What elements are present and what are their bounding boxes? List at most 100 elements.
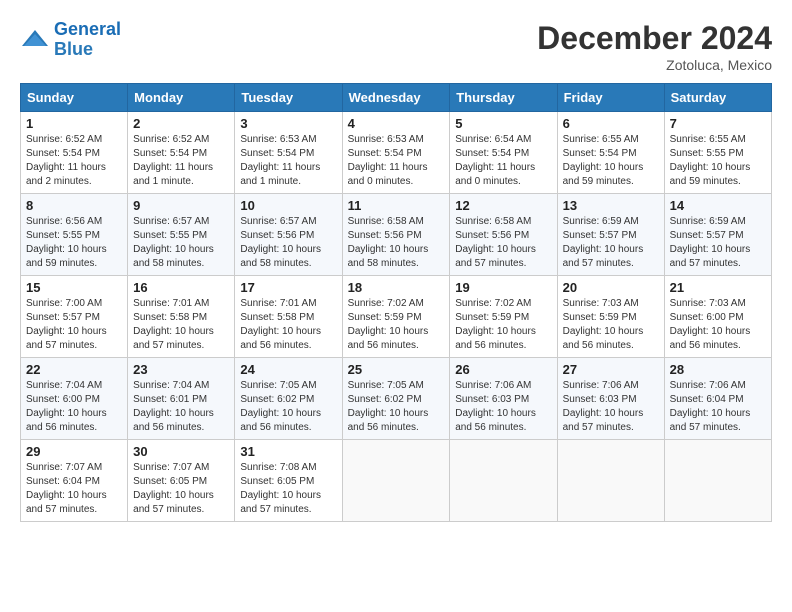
calendar-cell: 18 Sunrise: 7:02 AMSunset: 5:59 PMDayligh… [342,276,450,358]
day-info: Sunrise: 6:59 AMSunset: 5:57 PMDaylight:… [670,216,751,269]
calendar-week-1: 1 Sunrise: 6:52 AMSunset: 5:54 PMDaylight… [21,112,772,194]
day-info: Sunrise: 6:59 AMSunset: 5:57 PMDaylight:… [563,216,644,269]
day-number: 21 [670,280,766,295]
calendar-week-4: 22 Sunrise: 7:04 AMSunset: 6:00 PMDayligh… [21,358,772,440]
day-info: Sunrise: 7:04 AMSunset: 6:01 PMDaylight:… [133,380,214,433]
day-number: 25 [348,362,445,377]
calendar-cell: 20 Sunrise: 7:03 AMSunset: 5:59 PMDayligh… [557,276,664,358]
col-friday: Friday [557,84,664,112]
logo-icon [20,28,50,52]
calendar-cell: 7Sunrise: 6:55 AMSunset: 5:55 PMDaylight… [664,112,771,194]
calendar-cell: 1 Sunrise: 6:52 AMSunset: 5:54 PMDaylight… [21,112,128,194]
calendar-cell: 30 Sunrise: 7:07 AMSunset: 6:05 PMDayligh… [128,440,235,522]
calendar-cell: 29Sunrise: 7:07 AMSunset: 6:04 PMDayligh… [21,440,128,522]
day-info: Sunrise: 6:56 AMSunset: 5:55 PMDaylight:… [26,216,107,269]
calendar-cell: 5Sunrise: 6:54 AMSunset: 5:54 PMDaylight… [450,112,557,194]
calendar-cell: 11 Sunrise: 6:58 AMSunset: 5:56 PMDayligh… [342,194,450,276]
day-number: 1 [26,116,122,131]
day-info: Sunrise: 7:06 AMSunset: 6:04 PMDaylight:… [670,380,751,433]
day-info: Sunrise: 6:58 AMSunset: 5:56 PMDaylight:… [455,216,536,269]
day-number: 2 [133,116,229,131]
day-info: Sunrise: 7:06 AMSunset: 6:03 PMDaylight:… [563,380,644,433]
day-info: Sunrise: 7:07 AMSunset: 6:05 PMDaylight:… [133,462,214,515]
calendar-cell: 28 Sunrise: 7:06 AMSunset: 6:04 PMDayligh… [664,358,771,440]
calendar-cell: 13 Sunrise: 6:59 AMSunset: 5:57 PMDayligh… [557,194,664,276]
day-info: Sunrise: 6:53 AMSunset: 5:54 PMDaylight:… [240,134,320,187]
calendar-cell: 16 Sunrise: 7:01 AMSunset: 5:58 PMDayligh… [128,276,235,358]
month-title: December 2024 [537,20,772,57]
day-number: 23 [133,362,229,377]
day-info: Sunrise: 7:02 AMSunset: 5:59 PMDaylight:… [348,298,429,351]
day-info: Sunrise: 6:55 AMSunset: 5:55 PMDaylight:… [670,134,751,187]
day-info: Sunrise: 7:01 AMSunset: 5:58 PMDaylight:… [133,298,214,351]
calendar-cell: 25Sunrise: 7:05 AMSunset: 6:02 PMDayligh… [342,358,450,440]
calendar-cell: 26 Sunrise: 7:06 AMSunset: 6:03 PMDayligh… [450,358,557,440]
calendar-week-2: 8 Sunrise: 6:56 AMSunset: 5:55 PMDaylight… [21,194,772,276]
calendar-cell: 31 Sunrise: 7:08 AMSunset: 6:05 PMDayligh… [235,440,342,522]
day-info: Sunrise: 6:53 AMSunset: 5:54 PMDaylight:… [348,134,428,187]
day-number: 24 [240,362,336,377]
calendar-cell: 3Sunrise: 6:53 AMSunset: 5:54 PMDaylight… [235,112,342,194]
day-number: 28 [670,362,766,377]
calendar-cell [557,440,664,522]
day-number: 30 [133,444,229,459]
day-number: 8 [26,198,122,213]
day-number: 9 [133,198,229,213]
logo-line2: Blue [54,39,93,59]
day-number: 11 [348,198,445,213]
calendar-cell: 17Sunrise: 7:01 AMSunset: 5:58 PMDayligh… [235,276,342,358]
calendar-cell: 23 Sunrise: 7:04 AMSunset: 6:01 PMDayligh… [128,358,235,440]
logo-text: General Blue [54,20,121,60]
calendar-cell [450,440,557,522]
day-number: 16 [133,280,229,295]
day-number: 20 [563,280,659,295]
calendar-cell: 22 Sunrise: 7:04 AMSunset: 6:00 PMDayligh… [21,358,128,440]
day-number: 31 [240,444,336,459]
day-info: Sunrise: 6:52 AMSunset: 5:54 PMDaylight:… [133,134,213,187]
day-number: 29 [26,444,122,459]
logo-line1: General [54,19,121,39]
col-monday: Monday [128,84,235,112]
title-section: December 2024 Zotoluca, Mexico [537,20,772,73]
day-number: 17 [240,280,336,295]
day-info: Sunrise: 7:05 AMSunset: 6:02 PMDaylight:… [240,380,321,433]
day-number: 4 [348,116,445,131]
calendar-cell [342,440,450,522]
day-info: Sunrise: 7:06 AMSunset: 6:03 PMDaylight:… [455,380,536,433]
col-sunday: Sunday [21,84,128,112]
day-number: 12 [455,198,551,213]
calendar-cell: 14Sunrise: 6:59 AMSunset: 5:57 PMDayligh… [664,194,771,276]
day-info: Sunrise: 7:00 AMSunset: 5:57 PMDaylight:… [26,298,107,351]
page-header: General Blue December 2024 Zotoluca, Mex… [20,20,772,73]
day-info: Sunrise: 6:57 AMSunset: 5:56 PMDaylight:… [240,216,321,269]
calendar-cell: 12 Sunrise: 6:58 AMSunset: 5:56 PMDayligh… [450,194,557,276]
day-info: Sunrise: 6:58 AMSunset: 5:56 PMDaylight:… [348,216,429,269]
logo: General Blue [20,20,121,60]
day-number: 18 [348,280,445,295]
day-info: Sunrise: 7:04 AMSunset: 6:00 PMDaylight:… [26,380,107,433]
day-info: Sunrise: 7:08 AMSunset: 6:05 PMDaylight:… [240,462,321,515]
calendar-body: 1 Sunrise: 6:52 AMSunset: 5:54 PMDaylight… [21,112,772,522]
calendar-cell: 8 Sunrise: 6:56 AMSunset: 5:55 PMDaylight… [21,194,128,276]
calendar-header-row: Sunday Monday Tuesday Wednesday Thursday… [21,84,772,112]
day-info: Sunrise: 7:03 AMSunset: 5:59 PMDaylight:… [563,298,644,351]
day-info: Sunrise: 6:52 AMSunset: 5:54 PMDaylight:… [26,134,106,187]
calendar-cell: 19 Sunrise: 7:02 AMSunset: 5:59 PMDayligh… [450,276,557,358]
calendar-cell: 2 Sunrise: 6:52 AMSunset: 5:54 PMDaylight… [128,112,235,194]
day-number: 22 [26,362,122,377]
calendar-cell: 4 Sunrise: 6:53 AMSunset: 5:54 PMDaylight… [342,112,450,194]
day-number: 19 [455,280,551,295]
calendar-table: Sunday Monday Tuesday Wednesday Thursday… [20,83,772,522]
col-tuesday: Tuesday [235,84,342,112]
calendar-cell: 15 Sunrise: 7:00 AMSunset: 5:57 PMDayligh… [21,276,128,358]
day-number: 13 [563,198,659,213]
calendar-week-5: 29Sunrise: 7:07 AMSunset: 6:04 PMDayligh… [21,440,772,522]
col-wednesday: Wednesday [342,84,450,112]
calendar-cell: 21 Sunrise: 7:03 AMSunset: 6:00 PMDayligh… [664,276,771,358]
day-info: Sunrise: 7:02 AMSunset: 5:59 PMDaylight:… [455,298,536,351]
calendar-cell: 24 Sunrise: 7:05 AMSunset: 6:02 PMDayligh… [235,358,342,440]
day-number: 26 [455,362,551,377]
day-info: Sunrise: 7:03 AMSunset: 6:00 PMDaylight:… [670,298,751,351]
calendar-cell [664,440,771,522]
day-number: 15 [26,280,122,295]
